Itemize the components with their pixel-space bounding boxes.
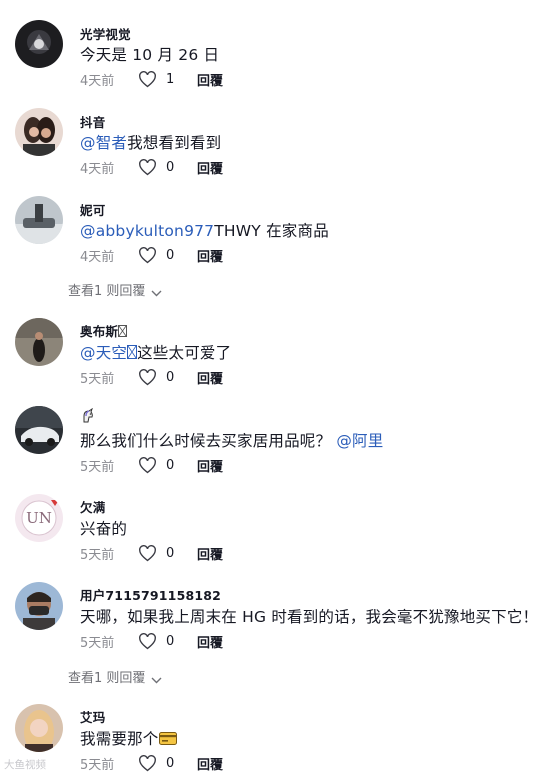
comment-meta: 5天前 0 回覆: [80, 632, 223, 651]
comment-text: @abbykulton977THWY 在家商品: [80, 219, 329, 241]
timestamp: 4天前: [80, 74, 115, 89]
username[interactable]: 欠满: [80, 497, 105, 516]
mention-link[interactable]: @abbykulton977: [80, 222, 214, 240]
heart-icon[interactable]: [138, 159, 157, 176]
reply-button[interactable]: 回覆: [197, 158, 223, 177]
reply-button[interactable]: 回覆: [197, 544, 223, 563]
username[interactable]: 奥布斯: [80, 321, 128, 340]
comment-meta: 5天前 0 回覆: [80, 456, 223, 475]
comment-meta: 5天前 0 回覆: [80, 368, 223, 387]
avatar[interactable]: [15, 108, 63, 156]
heart-icon[interactable]: [138, 755, 157, 772]
reply-button[interactable]: 回覆: [197, 246, 223, 265]
reply-button[interactable]: 回覆: [197, 70, 223, 89]
heart-icon[interactable]: [138, 247, 157, 264]
unicorn-icon: [80, 407, 96, 427]
avatar[interactable]: [15, 704, 63, 752]
like-count: 0: [166, 546, 175, 561]
broken-emoji-icon: [127, 344, 138, 363]
comment-text: 天哪，如果我上周末在 HG 时看到的话，我会毫不犹豫地买下它！: [80, 608, 539, 626]
like-count: 0: [166, 458, 175, 473]
avatar[interactable]: [15, 196, 63, 244]
comment-text: 我需要那个: [80, 727, 177, 749]
view-replies-button[interactable]: 查看1 则回覆: [68, 667, 162, 686]
chevron-down-icon: [151, 286, 162, 297]
heart-icon[interactable]: [138, 545, 157, 562]
comment-text: @天空 这些太可爱了: [80, 341, 231, 363]
watermark: 大鱼视频: [4, 759, 46, 771]
timestamp: 4天前: [80, 250, 115, 265]
username[interactable]: 妮可: [80, 200, 105, 219]
comment-meta: 4天前 1 回覆: [80, 70, 223, 89]
username[interactable]: 抖音: [80, 112, 105, 131]
comment-body: 我想看到看到: [127, 134, 222, 152]
timestamp: 5天前: [80, 758, 115, 773]
like-count: 0: [166, 248, 175, 263]
timestamp: 5天前: [80, 548, 115, 563]
heart-icon[interactable]: [138, 369, 157, 386]
heart-icon[interactable]: [138, 457, 157, 474]
username[interactable]: 光学视觉: [80, 24, 131, 43]
reply-button[interactable]: 回覆: [197, 456, 223, 475]
comment-meta: 5天前 0 回覆: [80, 754, 223, 773]
heart-icon[interactable]: [138, 633, 157, 650]
comment-text: @智者我想看到看到: [80, 131, 221, 153]
like-count: 0: [166, 634, 175, 649]
avatar[interactable]: UN: [15, 494, 63, 542]
like-count: 0: [166, 160, 175, 175]
svg-text:UN: UN: [26, 509, 52, 527]
mention-link[interactable]: @智者: [80, 134, 127, 152]
avatar[interactable]: [15, 582, 63, 630]
avatar[interactable]: [15, 20, 63, 68]
avatar[interactable]: [15, 406, 63, 454]
reply-button[interactable]: 回覆: [197, 754, 223, 773]
heart-icon[interactable]: [138, 71, 157, 88]
comment-text: 今天是 10 月 26 日: [80, 46, 220, 64]
comment-body: THWY 在家商品: [214, 222, 329, 240]
credit-card-icon: [158, 731, 177, 749]
view-replies-button[interactable]: 查看1 则回覆: [68, 280, 162, 299]
reply-button[interactable]: 回覆: [197, 632, 223, 651]
timestamp: 5天前: [80, 372, 115, 387]
reply-button[interactable]: 回覆: [197, 368, 223, 387]
broken-emoji-icon: [118, 325, 128, 340]
comment-meta: 5天前 0 回覆: [80, 544, 223, 563]
comment-text: 兴奋的: [80, 520, 128, 538]
username[interactable]: 用户7115791158182: [80, 585, 221, 604]
mention-link[interactable]: @天空: [80, 344, 138, 363]
like-count: 0: [166, 756, 175, 771]
chevron-down-icon: [151, 673, 162, 684]
comment-meta: 4天前 0 回覆: [80, 158, 223, 177]
comment-meta: 4天前 0 回覆: [80, 246, 223, 265]
comment-body: 我需要那个: [80, 730, 159, 748]
username-text: 奥布斯: [80, 324, 119, 339]
like-count: 1: [166, 72, 175, 87]
username[interactable]: 艾玛: [80, 707, 105, 726]
timestamp: 5天前: [80, 636, 115, 651]
comment-body: 这些太可爱了: [137, 344, 232, 362]
comment-body: 那么我们什么时候去买家居用品呢？: [80, 432, 332, 450]
timestamp: 5天前: [80, 460, 115, 475]
username[interactable]: [80, 407, 96, 427]
avatar[interactable]: [15, 318, 63, 366]
timestamp: 4天前: [80, 162, 115, 177]
comment-text: 那么我们什么时候去买家居用品呢？ @阿里: [80, 429, 383, 451]
view-replies-label: 查看1 则回覆: [68, 671, 146, 686]
view-replies-label: 查看1 则回覆: [68, 284, 146, 299]
mention-link[interactable]: @阿里: [336, 432, 383, 450]
mention-text: @天空: [80, 344, 128, 362]
like-count: 0: [166, 370, 175, 385]
